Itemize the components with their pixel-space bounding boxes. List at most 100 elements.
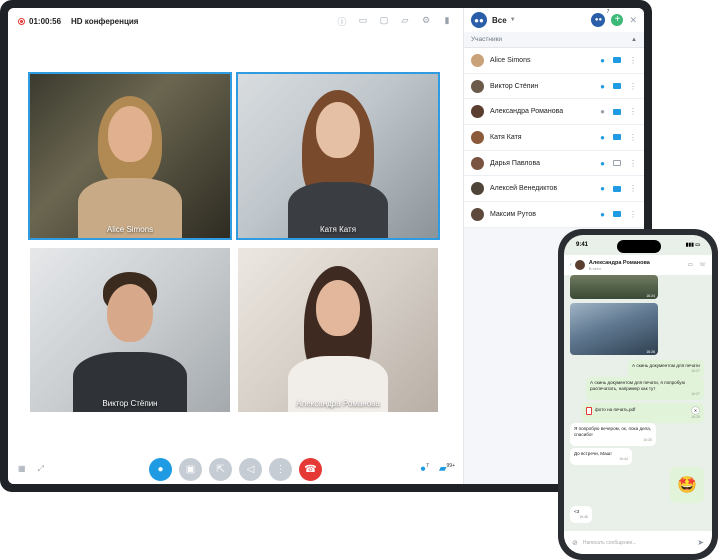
share-screen-icon: ⇱ bbox=[216, 463, 225, 475]
message-bubble-in[interactable]: <3 16:48 bbox=[570, 506, 592, 523]
folder-icon[interactable]: ▭ bbox=[357, 15, 369, 28]
message-bubble-out[interactable]: А скинь документом для печати 16:27 bbox=[628, 360, 704, 377]
image-message[interactable]: 16:26 bbox=[570, 303, 658, 355]
app-window: 01:00:56 HD конференция ⓘ ▭ ▢ ▱ ⚙ ▮ Alic… bbox=[8, 8, 644, 484]
microphone-button[interactable]: ● bbox=[149, 457, 172, 481]
phone-time: 9:41 bbox=[576, 242, 589, 248]
camera-off-icon[interactable] bbox=[613, 160, 621, 167]
video-tile[interactable]: Alice Simons bbox=[28, 72, 232, 240]
camera-on-icon[interactable] bbox=[613, 83, 621, 90]
video-tile[interactable]: Катя Катя bbox=[236, 72, 440, 240]
info-icon[interactable]: ⓘ bbox=[336, 15, 348, 28]
participant-name: Алексей Венедиктов bbox=[490, 185, 558, 193]
file-message[interactable]: фото на печать.pdf ✕ 16:29 bbox=[582, 403, 704, 423]
message-list: 16:24 16:26 А скинь документом для печат… bbox=[564, 275, 712, 531]
chevron-down-icon[interactable]: ▼ bbox=[510, 17, 516, 23]
fullscreen-icon[interactable]: ⤢ bbox=[38, 464, 44, 474]
participant-row[interactable]: Алексей Венедиктов ● ⋮ bbox=[464, 176, 644, 203]
camera-on-icon[interactable] bbox=[613, 134, 621, 141]
more-icon[interactable]: ⋮ bbox=[629, 133, 637, 142]
close-icon[interactable]: ✕ bbox=[629, 15, 637, 26]
avatar bbox=[471, 182, 484, 196]
microphone-icon: ● bbox=[157, 463, 164, 475]
mic-on-icon[interactable]: ● bbox=[600, 159, 605, 168]
chat-icon[interactable]: ▱ bbox=[399, 15, 411, 28]
participant-name: Дарья Павлова bbox=[490, 159, 540, 167]
chevron-up-icon[interactable]: ▲ bbox=[631, 37, 637, 43]
tile-name: Alice Simons bbox=[106, 225, 154, 234]
more-icon[interactable]: ⋮ bbox=[629, 56, 637, 65]
speaker-button[interactable]: ◁ bbox=[239, 457, 262, 481]
group-avatar[interactable]: ●● 7 bbox=[591, 9, 609, 27]
top-bar: 01:00:56 HD конференция ⓘ ▭ ▢ ▱ ⚙ ▮ bbox=[8, 8, 463, 34]
more-icon[interactable]: ⋮ bbox=[629, 82, 637, 91]
participant-row[interactable]: Катя Катя ● ⋮ bbox=[464, 125, 644, 151]
more-icon[interactable]: ⋮ bbox=[629, 159, 637, 168]
conference-pane: 01:00:56 HD конференция ⓘ ▭ ▢ ▱ ⚙ ▮ Alic… bbox=[8, 8, 463, 484]
more-icon[interactable]: ⋮ bbox=[629, 107, 637, 116]
send-icon[interactable]: ➤ bbox=[697, 538, 704, 547]
camera-on-icon[interactable] bbox=[613, 185, 621, 192]
add-participant-button[interactable]: + bbox=[611, 14, 624, 26]
screen-icon[interactable]: ▢ bbox=[378, 15, 390, 28]
participant-row[interactable]: Alice Simons ● ⋮ bbox=[464, 48, 644, 74]
more-icon[interactable]: ⋮ bbox=[629, 210, 637, 219]
message-time: 16:24 bbox=[646, 294, 655, 298]
tile-name: Александра Романова bbox=[296, 399, 380, 408]
participant-name: Alice Simons bbox=[490, 56, 531, 64]
panel-header: ●● Все ▼ ●● 7 + ✕ bbox=[464, 8, 644, 32]
mic-off-icon[interactable]: ● bbox=[600, 107, 605, 116]
mic-on-icon[interactable]: ● bbox=[600, 210, 605, 219]
participants-section-header[interactable]: Участники ▲ bbox=[464, 32, 644, 48]
avatar bbox=[471, 130, 484, 144]
more-icon[interactable]: ⋮ bbox=[629, 184, 637, 193]
chat-toggle[interactable]: ▰99+ bbox=[439, 463, 455, 474]
message-time: 16:26 bbox=[646, 350, 655, 354]
message-bubble-in[interactable]: Я попробую вечером, ок, пока дела, спаси… bbox=[570, 423, 656, 447]
participants-toggle[interactable]: ●7 bbox=[420, 463, 429, 474]
share-screen-button[interactable]: ⇱ bbox=[209, 457, 232, 481]
more-icon: ⋮ bbox=[275, 463, 286, 475]
message-input[interactable]: ⊘ Написать сообщение... ➤ bbox=[564, 531, 712, 554]
message-bubble-out[interactable]: А скинь документом для печати, я попробу… bbox=[586, 377, 704, 401]
mic-on-icon[interactable]: ● bbox=[600, 184, 605, 193]
mic-on-icon[interactable]: ● bbox=[600, 56, 605, 65]
settings-icon[interactable]: ⚙ bbox=[420, 15, 432, 28]
participant-row[interactable]: Виктор Стёпин ● ⋮ bbox=[464, 73, 644, 100]
camera-button[interactable]: ▣ bbox=[179, 457, 202, 481]
participants-count-badge: 7 bbox=[426, 463, 429, 470]
video-tile[interactable]: Александра Романова bbox=[238, 248, 438, 412]
participant-row[interactable]: Максим Рутов ● ⋮ bbox=[464, 202, 644, 228]
video-call-icon[interactable]: ▭ bbox=[688, 262, 693, 268]
camera-on-icon[interactable] bbox=[613, 211, 621, 218]
participant-name: Катя Катя bbox=[490, 133, 522, 141]
mic-on-icon[interactable]: ● bbox=[600, 82, 605, 91]
mic-on-icon[interactable]: ● bbox=[600, 133, 605, 142]
video-tile[interactable]: Виктор Стёпин bbox=[30, 248, 230, 412]
more-button[interactable]: ⋮ bbox=[269, 457, 292, 481]
star-struck-emoji: 🤩 bbox=[677, 477, 697, 494]
panel-filter[interactable]: Все bbox=[492, 16, 507, 25]
hangup-button[interactable]: ☎ bbox=[299, 457, 322, 481]
participant-row[interactable]: Александра Романова ● ⋮ bbox=[464, 99, 644, 126]
contact-name: Александра Романова bbox=[588, 259, 650, 266]
record-icon bbox=[18, 17, 25, 25]
group-count-badge: 7 bbox=[606, 9, 610, 15]
pdf-file-icon bbox=[586, 406, 592, 415]
participant-video bbox=[70, 92, 190, 238]
phone-screen: 9:41 ▮▮▮ ▭ ‹ Александра Романова В сети … bbox=[564, 235, 712, 554]
layout-icon[interactable]: ▦ bbox=[18, 464, 26, 474]
stats-icon[interactable]: ▮ bbox=[441, 15, 453, 28]
download-icon[interactable]: ✕ bbox=[691, 406, 700, 415]
emoji-message[interactable]: 🤩 bbox=[670, 467, 704, 503]
participant-row[interactable]: Дарья Павлова ● ⋮ bbox=[464, 150, 644, 177]
image-message[interactable]: 16:24 bbox=[570, 275, 658, 299]
message-bubble-in[interactable]: До встречи, Маш! 16:44 bbox=[570, 448, 632, 465]
camera-on-icon[interactable] bbox=[613, 57, 621, 64]
camera-on-icon[interactable] bbox=[613, 108, 621, 115]
message-text: До встречи, Маш! bbox=[574, 451, 612, 456]
back-icon[interactable]: ‹ bbox=[570, 262, 572, 268]
attach-icon[interactable]: ⊘ bbox=[572, 539, 578, 547]
call-timer: 01:00:56 bbox=[29, 16, 62, 26]
phone-call-icon[interactable]: ☏ bbox=[699, 262, 706, 268]
